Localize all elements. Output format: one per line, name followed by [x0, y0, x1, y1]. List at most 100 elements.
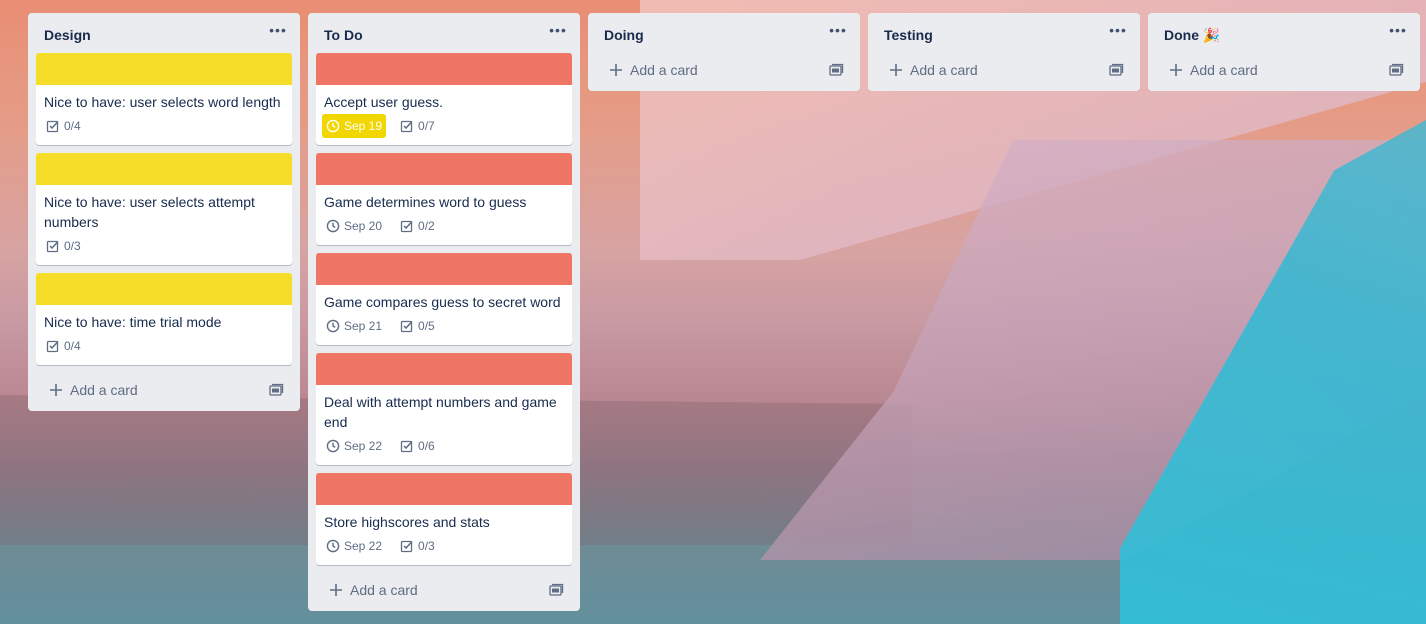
more-icon[interactable]: ••• [1386, 23, 1410, 43]
checklist-count: 0/7 [418, 119, 435, 133]
card-title: Nice to have: time trial mode [44, 314, 222, 330]
checklist-badge: 0/4 [42, 114, 85, 138]
checklist-icon [400, 440, 413, 453]
card-template-icon[interactable] [1388, 62, 1404, 78]
checklist-count: 0/3 [418, 539, 435, 553]
clock-icon [326, 119, 340, 133]
checklist-badge: 0/4 [42, 334, 85, 358]
card[interactable]: Deal with attempt numbers and game end S… [316, 353, 572, 465]
list-header: Doing ••• [588, 13, 860, 53]
card[interactable]: Game determines word to guess Sep 20 0/2 [316, 153, 572, 245]
card[interactable]: Game compares guess to secret word Sep 2… [316, 253, 572, 345]
checklist-icon [46, 340, 59, 353]
card-template-icon[interactable] [548, 582, 564, 598]
clock-icon [326, 439, 340, 453]
card[interactable]: Nice to have: user selects word length 0… [36, 53, 292, 145]
checklist-icon [400, 320, 413, 333]
more-icon[interactable]: ••• [266, 23, 290, 43]
add-card-label: Add a card [70, 382, 138, 398]
plus-icon [50, 384, 62, 396]
card-template-icon[interactable] [268, 382, 284, 398]
card-template-icon[interactable] [828, 62, 844, 78]
more-icon[interactable]: ••• [826, 23, 850, 43]
card-badges: 0/3 [36, 232, 292, 260]
checklist-badge: 0/7 [396, 114, 439, 138]
checklist-count: 0/2 [418, 219, 435, 233]
list-testing: Testing ••• Add a card [868, 13, 1140, 91]
list-doing: Doing ••• Add a card [588, 13, 860, 91]
checklist-icon [400, 540, 413, 553]
card[interactable]: Accept user guess. Sep 19 0/7 [316, 53, 572, 145]
checklist-icon [46, 240, 59, 253]
list-title[interactable]: Doing [604, 27, 644, 43]
card-title: Nice to have: user selects attempt numbe… [44, 194, 255, 230]
more-icon[interactable]: ••• [1106, 23, 1130, 43]
add-card-button[interactable]: Add a card [1156, 56, 1412, 84]
plus-icon [1170, 64, 1182, 76]
checklist-count: 0/3 [64, 239, 81, 253]
card-cover [316, 53, 572, 85]
card-badges: Sep 22 0/3 [316, 532, 572, 560]
card-cover [316, 473, 572, 505]
card-cover [36, 273, 292, 305]
card-badges: Sep 22 0/6 [316, 432, 572, 460]
checklist-icon [400, 220, 413, 233]
add-card-label: Add a card [1190, 62, 1258, 78]
list-title[interactable]: Testing [884, 27, 933, 43]
card[interactable]: Store highscores and stats Sep 22 0/3 [316, 473, 572, 565]
card-cover [316, 353, 572, 385]
card-title: Store highscores and stats [324, 514, 490, 530]
add-card-button[interactable]: Add a card [316, 576, 572, 604]
due-date-badge[interactable]: Sep 22 [322, 434, 386, 458]
list-title[interactable]: Design [44, 27, 91, 43]
due-date: Sep 22 [344, 539, 383, 553]
due-date-badge[interactable]: Sep 19 [322, 114, 387, 138]
list-header: To Do ••• [308, 13, 580, 53]
clock-icon [326, 219, 340, 233]
checklist-icon [46, 120, 59, 133]
card[interactable]: Nice to have: user selects attempt numbe… [36, 153, 292, 265]
add-card-label: Add a card [630, 62, 698, 78]
checklist-icon [400, 120, 413, 133]
clock-icon [326, 319, 340, 333]
due-date: Sep 19 [344, 119, 383, 133]
checklist-count: 0/5 [418, 319, 435, 333]
due-date-badge[interactable]: Sep 22 [322, 534, 386, 558]
list-header: Testing ••• [868, 13, 1140, 53]
list-title[interactable]: To Do [324, 27, 363, 43]
due-date: Sep 22 [344, 439, 383, 453]
due-date-badge[interactable]: Sep 20 [322, 214, 386, 238]
card-badges: Sep 19 0/7 [316, 112, 572, 140]
list-header: Done 🎉 ••• [1148, 13, 1420, 53]
card-badges: 0/4 [36, 112, 292, 140]
card-cover [36, 53, 292, 85]
due-date: Sep 21 [344, 319, 383, 333]
clock-icon [326, 539, 340, 553]
card[interactable]: Nice to have: time trial mode 0/4 [36, 273, 292, 365]
card-template-icon[interactable] [1108, 62, 1124, 78]
due-date-badge[interactable]: Sep 21 [322, 314, 386, 338]
add-card-button[interactable]: Add a card [36, 376, 292, 404]
card-title: Nice to have: user selects word length [44, 94, 281, 110]
add-card-label: Add a card [350, 582, 418, 598]
add-card-label: Add a card [910, 62, 978, 78]
card-badges: Sep 21 0/5 [316, 312, 572, 340]
checklist-badge: 0/6 [396, 434, 439, 458]
list-design: Design ••• Nice to have: user selects wo… [28, 13, 300, 411]
checklist-count: 0/6 [418, 439, 435, 453]
checklist-count: 0/4 [64, 339, 81, 353]
add-card-button[interactable]: Add a card [876, 56, 1132, 84]
card-title: Deal with attempt numbers and game end [324, 394, 557, 430]
card-cover [316, 253, 572, 285]
board: Design ••• Nice to have: user selects wo… [0, 0, 1426, 624]
add-card-button[interactable]: Add a card [596, 56, 852, 84]
list-done: Done 🎉 ••• Add a card [1148, 13, 1420, 91]
due-date: Sep 20 [344, 219, 383, 233]
more-icon[interactable]: ••• [546, 23, 570, 43]
list-todo: To Do ••• Accept user guess. Sep 19 0/7 … [308, 13, 580, 611]
list-title[interactable]: Done 🎉 [1164, 27, 1220, 44]
checklist-badge: 0/2 [396, 214, 439, 238]
card-badges: 0/4 [36, 332, 292, 360]
card-title: Game compares guess to secret word [324, 294, 561, 310]
card-cover [36, 153, 292, 185]
